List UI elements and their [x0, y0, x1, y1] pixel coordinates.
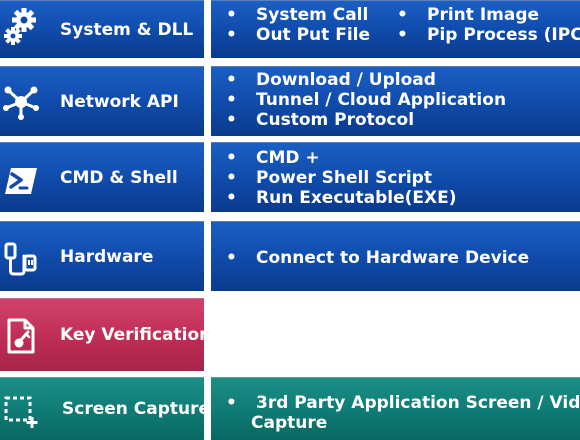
bullet-list: Download / Upload Tunnel / Cloud Applica… — [211, 70, 580, 130]
gears-icon — [3, 8, 39, 45]
list-item: Power Shell Script — [211, 168, 580, 188]
list-item: Custom Protocol — [211, 110, 580, 130]
category-label: Network API — [60, 91, 179, 112]
bullet-list: Print Image Pip Process (IPC) — [382, 5, 580, 45]
category-label: Screen Capture — [62, 399, 211, 419]
powershell-prompt-icon — [3, 163, 39, 199]
list-item-continuation: Capture — [251, 413, 328, 433]
category-label: Key Verification — [60, 325, 212, 345]
category-label: Hardware — [60, 246, 154, 267]
bullet-list: System Call Out Put File — [211, 5, 386, 45]
network-hub-icon — [3, 84, 39, 120]
screen-capture-icon — [3, 393, 39, 429]
list-item: CMD + — [211, 148, 580, 168]
key-document-icon — [3, 318, 39, 354]
bullet-list: CMD + Power Shell Script Run Executable(… — [211, 148, 580, 208]
category-system-dll: System & DLL — [0, 0, 204, 58]
detail-system-dll: System Call Out Put File Print Image Pip… — [211, 0, 580, 58]
detail-network-api: Download / Upload Tunnel / Cloud Applica… — [211, 66, 580, 136]
category-label: System & DLL — [60, 19, 194, 40]
list-item: Run Executable(EXE) — [211, 188, 580, 208]
list-item: 3rd Party Application Screen / Video — [211, 393, 580, 413]
list-item: Out Put File — [211, 25, 386, 45]
list-item: Pip Process (IPC) — [382, 25, 580, 45]
list-item: Download / Upload — [211, 70, 580, 90]
detail-cmd-shell: CMD + Power Shell Script Run Executable(… — [211, 142, 580, 212]
list-item: System Call — [211, 5, 386, 25]
category-hardware: Hardware — [0, 221, 204, 291]
detail-hardware: Connect to Hardware Device — [211, 221, 580, 291]
bullet-list: 3rd Party Application Screen / Video Cap… — [211, 393, 580, 433]
category-screen-capture: Screen Capture — [0, 377, 211, 440]
bullet-list: Connect to Hardware Device — [211, 248, 580, 268]
list-item: Connect to Hardware Device — [211, 248, 580, 268]
category-label: CMD & Shell — [60, 167, 178, 188]
category-cmd-shell: CMD & Shell — [0, 142, 204, 212]
category-key-verification: Key Verification — [0, 298, 212, 371]
category-network-api: Network API — [0, 66, 204, 136]
detail-screen-capture: 3rd Party Application Screen / Video Cap… — [211, 377, 580, 440]
list-item: Tunnel / Cloud Application — [211, 90, 580, 110]
list-item: Print Image — [382, 5, 580, 25]
usb-plug-icon — [3, 240, 39, 276]
